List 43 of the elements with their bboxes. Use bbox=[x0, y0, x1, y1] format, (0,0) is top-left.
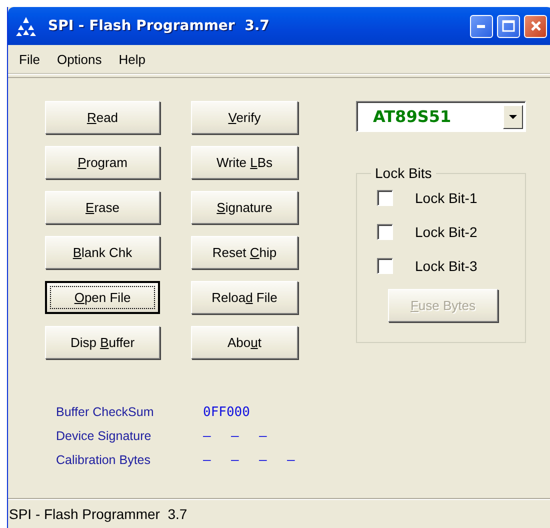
maximize-button[interactable] bbox=[497, 14, 520, 38]
checkbox[interactable] bbox=[377, 258, 393, 274]
program-button[interactable]: Reload File bbox=[191, 281, 298, 314]
program-button[interactable]: Read bbox=[45, 101, 160, 134]
close-icon bbox=[530, 20, 542, 32]
info-value: – bbox=[259, 453, 268, 468]
program-button[interactable]: Write LBs bbox=[191, 146, 298, 179]
program-button[interactable]: Signature bbox=[191, 191, 298, 224]
info-value: 0FF000 bbox=[203, 405, 250, 420]
info-value: – bbox=[259, 429, 268, 444]
checkbox-label: Lock Bit-3 bbox=[415, 258, 478, 274]
minimize-icon bbox=[477, 24, 486, 28]
info-label: Device Signature bbox=[56, 429, 152, 444]
checkbox[interactable] bbox=[377, 190, 393, 206]
program-button[interactable]: Open File bbox=[45, 281, 160, 314]
minimize-button[interactable] bbox=[470, 14, 493, 38]
menu-item[interactable]: Help bbox=[112, 52, 157, 66]
program-button[interactable]: Blank Chk bbox=[45, 236, 160, 269]
device-dropdown[interactable]: AT89S51 bbox=[356, 101, 526, 132]
info-value: – bbox=[203, 429, 212, 444]
menu-item[interactable]: Options bbox=[50, 52, 113, 66]
checkbox-label: Lock Bit-1 bbox=[415, 190, 478, 206]
checkbox-label: Lock Bit-2 bbox=[415, 224, 478, 240]
program-button[interactable]: Erase bbox=[45, 191, 160, 224]
info-label: Calibration Bytes bbox=[56, 453, 152, 468]
program-button[interactable]: Disp Buffer bbox=[45, 326, 160, 359]
close-button[interactable] bbox=[524, 14, 547, 38]
info-value: – bbox=[203, 453, 212, 468]
info-label: Buffer CheckSum bbox=[56, 405, 155, 420]
app-icon bbox=[16, 16, 36, 36]
info-value: – bbox=[231, 429, 240, 444]
window-title: SPI - Flash Programmer 3.7 bbox=[48, 18, 270, 34]
maximize-icon bbox=[502, 20, 515, 32]
info-value: – bbox=[231, 453, 240, 468]
info-value: – bbox=[287, 453, 296, 468]
program-button[interactable]: Program bbox=[45, 146, 160, 179]
checkbox[interactable] bbox=[377, 224, 393, 240]
group-title: Lock Bits bbox=[374, 165, 433, 181]
menu-item[interactable]: File bbox=[13, 52, 51, 66]
program-button[interactable]: Reset Chip bbox=[191, 236, 298, 269]
status-text: SPI - Flash Programmer 3.7 bbox=[8, 506, 188, 522]
program-button[interactable]: About bbox=[191, 326, 298, 359]
program-button[interactable]: Verify bbox=[191, 101, 298, 134]
